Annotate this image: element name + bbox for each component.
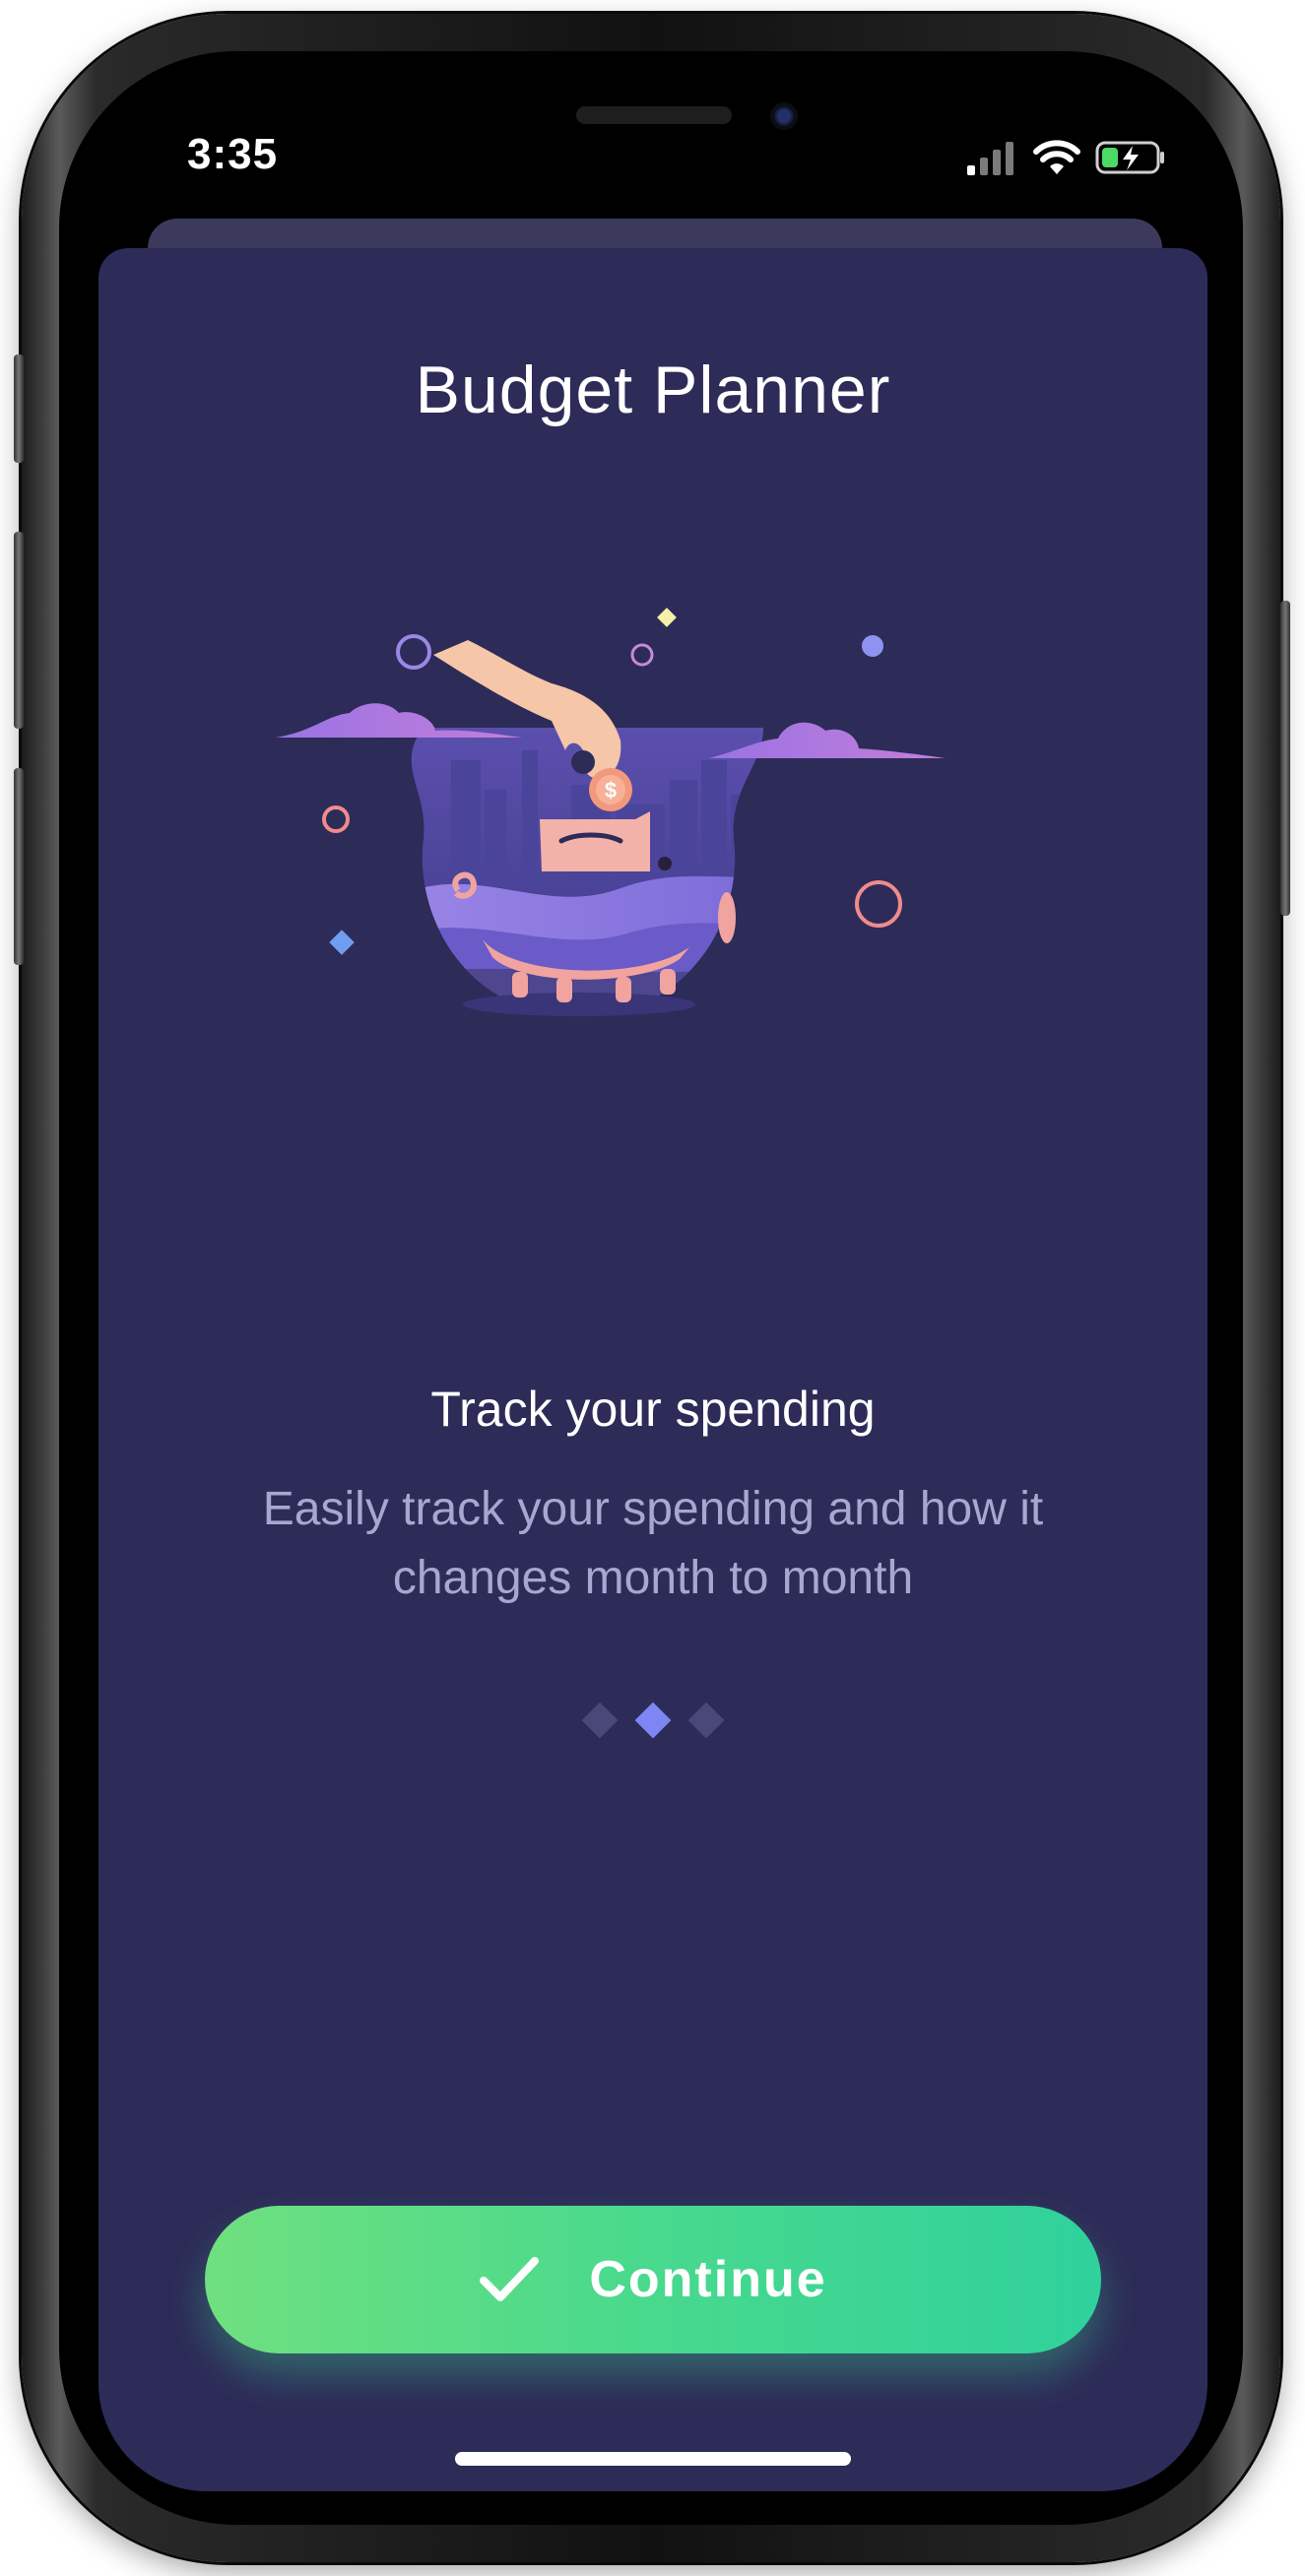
checkmark-icon (480, 2257, 540, 2301)
continue-button[interactable]: Continue (205, 2206, 1101, 2353)
status-icons (965, 138, 1166, 177)
mute-switch (14, 354, 24, 463)
battery-charging-icon (1095, 141, 1164, 174)
volume-down-button (14, 768, 24, 965)
home-indicator[interactable] (455, 2452, 851, 2466)
volume-up-button (14, 532, 24, 729)
continue-label: Continue (589, 2251, 827, 2308)
front-camera (770, 102, 798, 130)
page-dot-2-active[interactable] (634, 1702, 672, 1739)
notch (276, 61, 1026, 146)
svg-text:$: $ (605, 778, 617, 803)
power-button (1280, 601, 1290, 916)
page-dot-3[interactable] (687, 1702, 725, 1739)
page-indicator (98, 1702, 1207, 1739)
page-dot-1[interactable] (581, 1702, 619, 1739)
status-time: 3:35 (187, 130, 279, 178)
app-title: Budget Planner (415, 353, 891, 427)
slide-title: Track your spending (430, 1382, 876, 1437)
wifi-icon (1033, 140, 1080, 174)
earpiece-speaker (576, 106, 732, 124)
piggy-bank-coin-illustration: $ (276, 608, 946, 1016)
onboarding-sheet: Budget Planner $ Track your spending Eas… (98, 248, 1207, 2491)
slide-description: Easily track your spending and how it ch… (262, 1483, 1044, 1604)
